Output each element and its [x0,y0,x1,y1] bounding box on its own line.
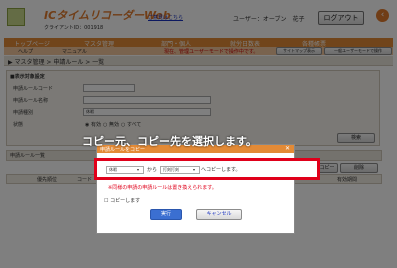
replace-warning: ※同様の申請の申請ルールは置き換えられます。 [108,185,217,191]
close-icon[interactable]: ✕ [285,145,290,152]
instruction-caption: コピー元、コピー先を選択します。 [82,135,257,148]
execute-button[interactable]: 実行 [150,209,182,220]
from-text: から [147,167,158,173]
chevron-down-icon-2: ▾ [193,167,196,172]
highlight-frame: 休暇 ▾ から 打刻打刻 ▾ へコピーします。 [94,158,320,180]
chevron-down-icon: ▾ [137,167,140,172]
target-select[interactable]: 打刻打刻 ▾ [160,166,200,174]
copy-checkbox[interactable]: ☐ コピーします [104,197,140,204]
cancel-button[interactable]: キャンセル [196,209,242,220]
source-select[interactable]: 休暇 ▾ [106,166,144,174]
copy-to-text: へコピーします。 [201,167,241,173]
